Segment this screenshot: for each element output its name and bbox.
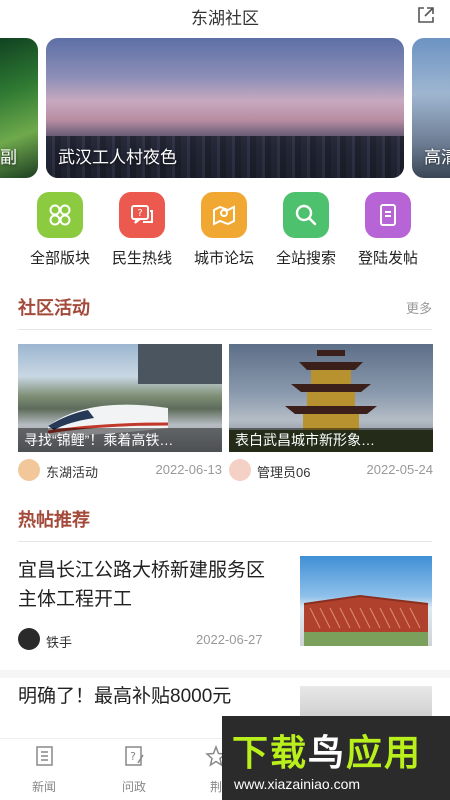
author-name: 东湖活动: [46, 465, 99, 480]
svg-text:?: ?: [130, 750, 136, 763]
post-date: 2022-06-13: [155, 462, 223, 477]
svg-text:?: ?: [137, 208, 142, 219]
banner-carousel[interactable]: 副 武汉工人村夜色 高清: [0, 38, 450, 178]
post-title: 明确了！最高补贴8000元: [18, 686, 232, 707]
hot-post-item[interactable]: 宜昌长江公路大桥新建服务区主体工程开工 铁手 2022-06-27: [18, 556, 432, 666]
activity-image-train: 寻找“锦鲤”！乘着高铁…: [18, 344, 222, 452]
author-name: 管理员06: [257, 465, 311, 480]
avatar: [18, 628, 40, 650]
top-header: 东湖社区: [0, 0, 450, 34]
watermark-brand: 下载鸟应用: [232, 732, 423, 773]
app-screen: 东湖社区 副 武汉工人村夜色 高清 全部版块 ? 民生热线 城市论坛 全站搜索 …: [0, 0, 450, 800]
grid-icon: [37, 192, 83, 238]
hot-posts-section-header: 热帖推荐: [18, 502, 432, 542]
category-site-search[interactable]: 全站搜索: [263, 192, 349, 268]
activity-caption: 表白武昌城市新形象…: [229, 428, 433, 452]
question-edit-icon: ?: [125, 746, 144, 766]
banner-caption: 高清: [424, 148, 450, 167]
avatar: [18, 459, 40, 481]
author-name: 铁手: [46, 635, 73, 650]
page-title: 东湖社区: [191, 9, 259, 28]
document-icon: [365, 192, 411, 238]
post-date: 2022-05-24: [366, 462, 434, 477]
activity-meta: 东湖活动 2022-06-13: [18, 456, 222, 486]
more-link[interactable]: 更多: [406, 298, 432, 317]
post-date: 2022-06-27: [196, 632, 263, 647]
section-title: 社区活动: [18, 298, 90, 318]
category-label: 登陆发帖: [357, 250, 418, 267]
watermark-logo: 下载鸟应用 www.xiazainiao.com: [222, 716, 450, 800]
post-title: 宜昌长江公路大桥新建服务区主体工程开工: [18, 560, 266, 610]
tab-inquiry[interactable]: ? 问政: [104, 745, 164, 795]
category-login-post[interactable]: 登陆发帖: [345, 192, 431, 268]
activity-card[interactable]: 表白武昌城市新形象… 管理员06 2022-05-24: [229, 344, 433, 486]
category-all-boards[interactable]: 全部版块: [17, 192, 103, 268]
watermark-url: www.xiazainiao.com: [234, 776, 361, 792]
activity-image-tower: 表白武昌城市新形象…: [229, 344, 433, 452]
category-row: 全部版块 ? 民生热线 城市论坛 全站搜索 登陆发帖: [0, 192, 450, 272]
banner-caption: 副: [0, 148, 17, 167]
tab-news[interactable]: 新闻: [14, 745, 74, 795]
category-city-forum[interactable]: 城市论坛: [181, 192, 267, 268]
category-label: 全部版块: [29, 250, 90, 267]
banner-caption: 武汉工人村夜色: [58, 148, 177, 167]
search-icon: [283, 192, 329, 238]
post-thumbnail: [300, 556, 432, 646]
news-icon: [36, 746, 53, 766]
section-title: 热帖推荐: [18, 510, 90, 530]
category-label: 全站搜索: [275, 250, 336, 267]
banner-slide-current[interactable]: 武汉工人村夜色: [46, 38, 404, 178]
chat-question-icon: ?: [119, 192, 165, 238]
tab-label: 新闻: [31, 780, 56, 794]
tab-label: 问政: [121, 780, 146, 794]
map-icon: [201, 192, 247, 238]
category-hotline[interactable]: ? 民生热线: [99, 192, 185, 268]
avatar: [229, 459, 251, 481]
category-label: 民生热线: [111, 250, 172, 267]
banner-slide-prev[interactable]: 副: [0, 38, 38, 178]
divider: [0, 670, 450, 678]
activity-meta: 管理员06 2022-05-24: [229, 456, 433, 486]
category-label: 城市论坛: [193, 250, 254, 267]
share-icon[interactable]: [416, 5, 436, 25]
activity-caption: 寻找“锦鲤”！乘着高铁…: [18, 428, 222, 452]
activity-card[interactable]: 寻找“锦鲤”！乘着高铁… 东湖活动 2022-06-13: [18, 344, 222, 486]
banner-slide-next[interactable]: 高清: [412, 38, 450, 178]
activities-section-header: 社区活动 更多: [18, 290, 432, 330]
